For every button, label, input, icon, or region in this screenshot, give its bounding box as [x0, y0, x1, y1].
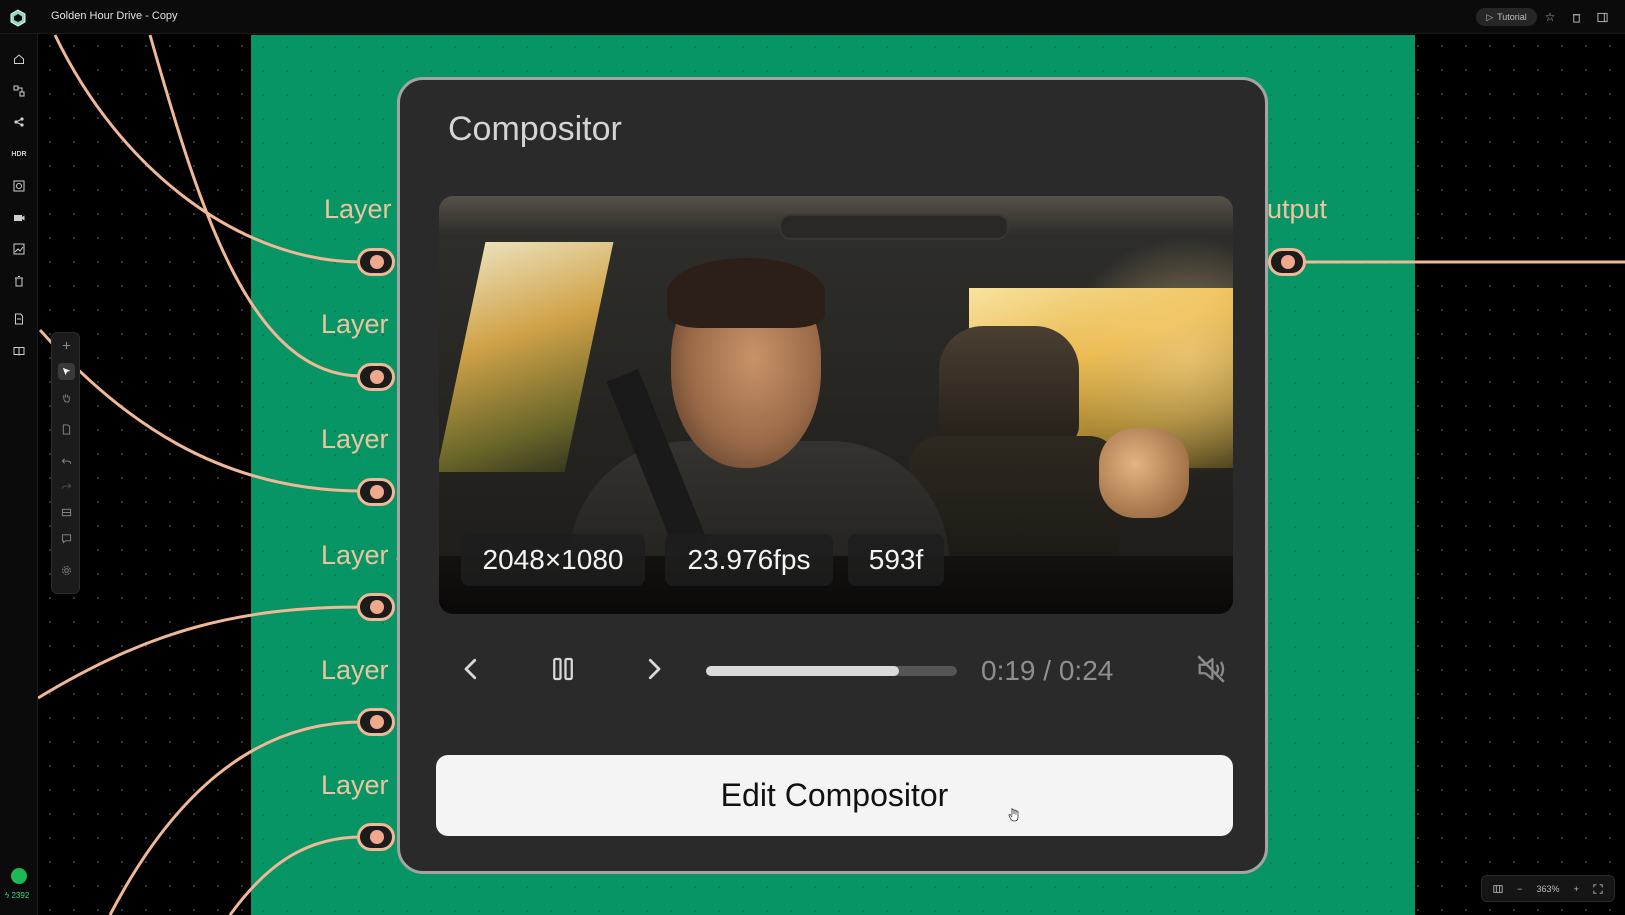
volume-muted-icon	[1197, 655, 1225, 683]
input-port-6[interactable]	[357, 823, 395, 851]
fit-view-icon[interactable]	[1593, 883, 1603, 894]
fps-badge: 23.976fps	[665, 534, 833, 586]
file-tool-icon[interactable]	[58, 421, 75, 438]
pause-icon	[553, 657, 573, 681]
workflow-icon[interactable]	[11, 83, 27, 99]
credits-counter: ϟ 2392	[5, 891, 29, 900]
nodes-icon[interactable]	[11, 114, 27, 130]
comment-icon[interactable]	[58, 530, 75, 547]
app-logo-icon[interactable]	[9, 9, 27, 27]
playback-progress-bar[interactable]	[706, 666, 957, 676]
output-port[interactable]	[1268, 248, 1306, 276]
wire-layer-6-bottom	[228, 835, 363, 915]
preview-rearview-mirror	[779, 214, 1009, 240]
tutorial-label: Tutorial	[1497, 12, 1527, 22]
total-time: 0:24	[1058, 655, 1114, 686]
add-tool-icon[interactable]	[58, 337, 75, 354]
left-rail: HDR ϟ 2392	[0, 34, 38, 915]
frame-count-badge: 593f	[848, 534, 944, 586]
input-port-5[interactable]	[357, 708, 395, 736]
select-tool-icon[interactable]	[58, 363, 75, 380]
redo-icon[interactable]	[58, 478, 75, 495]
tutorial-button[interactable]: ▷ Tutorial	[1476, 8, 1537, 26]
hand-tool-icon[interactable]	[58, 389, 75, 406]
zoom-level[interactable]: 363%	[1536, 884, 1559, 894]
next-frame-button[interactable]	[632, 647, 676, 691]
image-tool-icon[interactable]	[58, 504, 75, 521]
player-controls: 0:19 / 0:24	[439, 635, 1233, 705]
input-port-4[interactable]	[357, 593, 395, 621]
preview-driver-hand	[1099, 428, 1189, 518]
input-port-2[interactable]	[357, 363, 395, 391]
book-icon[interactable]	[11, 343, 27, 359]
current-time: 0:19	[981, 655, 1036, 686]
top-bar: Golden Hour Drive - Copy ▷ Tutorial ☆	[0, 0, 1625, 34]
preview-driver-hair	[667, 258, 825, 328]
input-port-1[interactable]	[357, 248, 395, 276]
time-readout: 0:19 / 0:24	[981, 655, 1113, 687]
zoom-in-button[interactable]: +	[1574, 884, 1579, 894]
previous-frame-button[interactable]	[449, 647, 493, 691]
zoom-controls: − 363% +	[1481, 875, 1615, 902]
document-title[interactable]: Golden Hour Drive - Copy	[51, 10, 178, 22]
lightning-icon: ϟ	[5, 891, 10, 900]
playback-progress-fill	[706, 666, 900, 676]
wire-layer-5	[108, 720, 363, 915]
star-icon[interactable]: ☆	[1542, 9, 1558, 25]
wire-layer-1	[53, 34, 363, 264]
hdr-icon[interactable]: HDR	[11, 146, 27, 162]
settings-icon[interactable]	[58, 562, 75, 579]
zoom-out-button[interactable]: −	[1517, 884, 1522, 894]
chevron-left-icon	[464, 658, 477, 680]
preview-side-window	[439, 242, 614, 472]
edit-compositor-button[interactable]: Edit Compositor	[436, 755, 1233, 836]
document-icon[interactable]	[11, 311, 27, 327]
delete-icon[interactable]	[1568, 9, 1584, 25]
minimap-icon[interactable]	[1493, 884, 1503, 894]
credits-value: 2392	[11, 891, 30, 900]
gallery-icon[interactable]	[11, 241, 27, 257]
hand-cursor-icon	[1008, 808, 1019, 822]
image-icon[interactable]	[11, 178, 27, 194]
panel-toggle-icon[interactable]	[1594, 9, 1610, 25]
video-icon[interactable]	[11, 210, 27, 226]
video-preview[interactable]: 2048×1080 23.976fps 593f	[439, 196, 1233, 614]
play-icon: ▷	[1486, 11, 1494, 22]
wire-layer-3	[38, 329, 363, 493]
node-title: Compositor	[448, 110, 622, 148]
input-port-3[interactable]	[357, 478, 395, 506]
undo-icon[interactable]	[58, 453, 75, 470]
user-avatar[interactable]	[11, 868, 27, 884]
wire-layer-4	[37, 605, 363, 700]
time-separator: /	[1035, 655, 1059, 686]
pause-button[interactable]	[541, 647, 585, 691]
compositor-card[interactable]: Compositor 2048×1080 23.976fps 593f 0:19…	[397, 77, 1268, 874]
resolution-badge: 2048×1080	[461, 534, 645, 586]
trash-icon[interactable]	[11, 273, 27, 289]
preview-headrest	[939, 326, 1079, 446]
mute-button[interactable]	[1191, 649, 1231, 689]
chevron-right-icon	[648, 658, 661, 680]
tool-palette	[51, 332, 80, 594]
home-icon[interactable]	[11, 51, 27, 67]
